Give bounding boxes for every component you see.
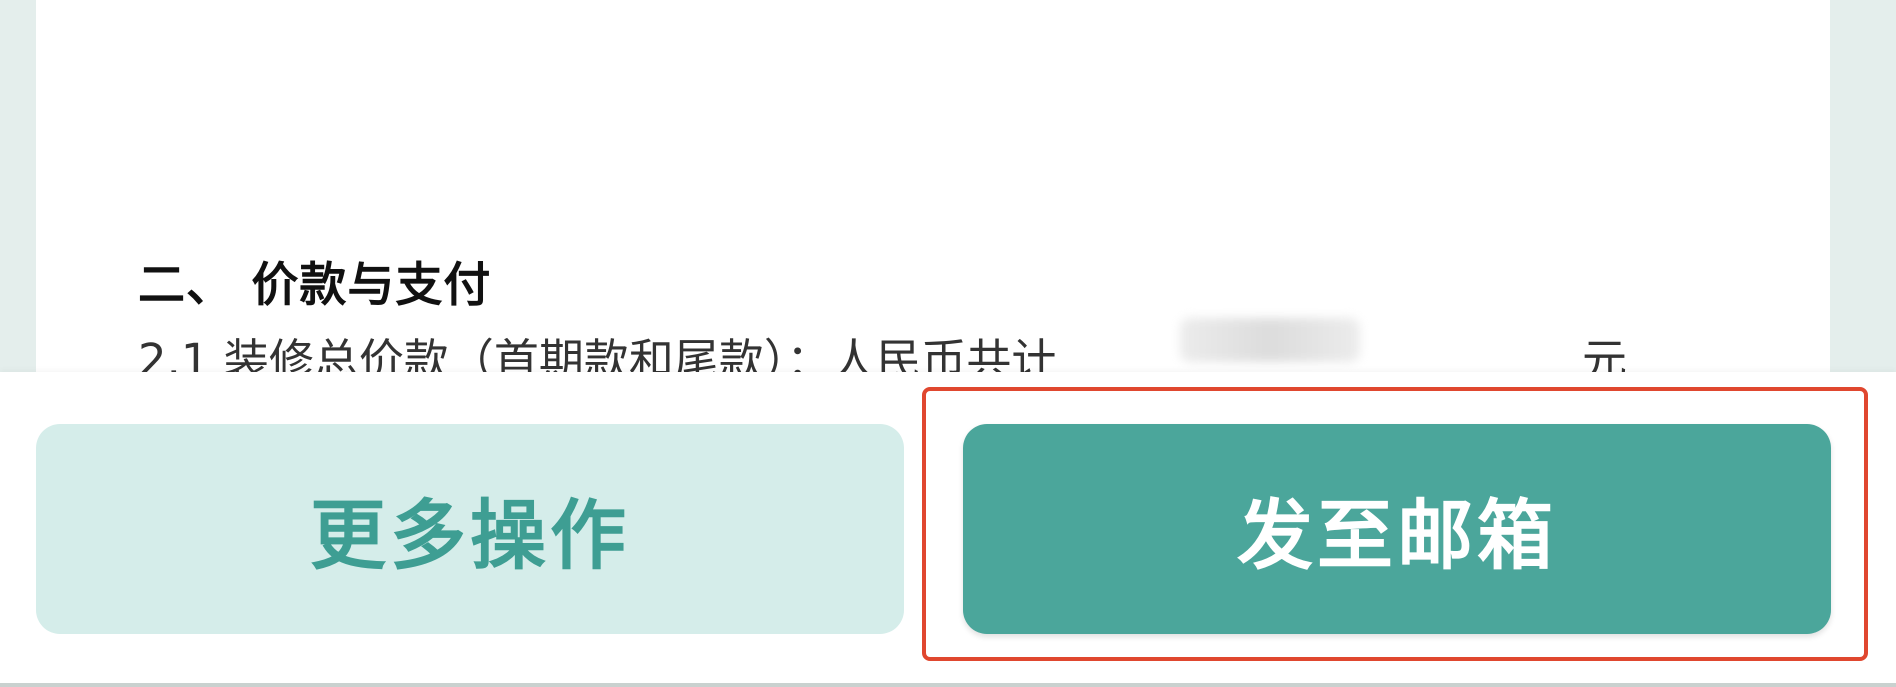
- currency-unit: 元: [1582, 334, 1628, 372]
- send-to-email-button[interactable]: 发至邮箱: [963, 424, 1831, 634]
- document-preview[interactable]: 二、 价款与支付 2.1 装修总价款（首期款和尾款）：人民币共计 元: [36, 0, 1830, 372]
- more-actions-button[interactable]: 更多操作: [36, 424, 904, 634]
- bottom-edge: [0, 683, 1896, 687]
- right-margin: [1830, 0, 1896, 372]
- screen: 二、 价款与支付 2.1 装修总价款（首期款和尾款）：人民币共计 元 更多操作 …: [0, 0, 1896, 687]
- send-to-email-label: 发至邮箱: [1237, 491, 1557, 580]
- clause-2-1-text: 2.1 装修总价款（首期款和尾款）：人民币共计: [138, 334, 1057, 372]
- blurred-amount: [1180, 318, 1360, 362]
- bottom-action-bar: 更多操作 发至邮箱: [0, 372, 1896, 683]
- more-actions-label: 更多操作: [310, 491, 630, 580]
- section-heading: 二、 价款与支付: [138, 258, 492, 313]
- left-margin: [0, 0, 36, 372]
